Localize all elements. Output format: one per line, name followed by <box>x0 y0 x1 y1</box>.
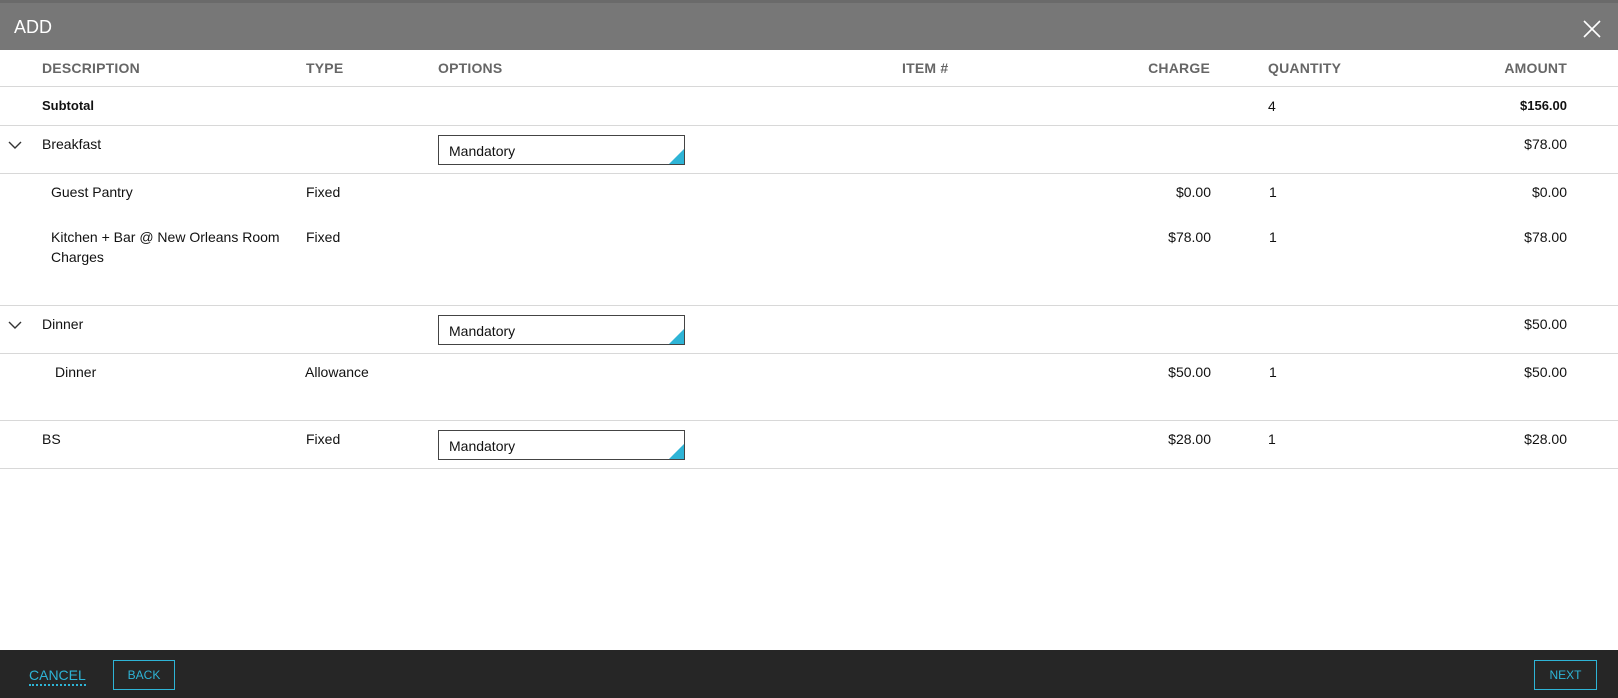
item-description: Kitchen + Bar @ New Orleans Room <box>51 229 280 245</box>
group-label-bs: BS <box>42 431 61 447</box>
item-type: Fixed <box>306 184 341 200</box>
dialog-titlebar: ADD <box>0 0 1618 50</box>
column-header-options[interactable]: OPTIONS <box>438 60 502 76</box>
dropdown-corner-icon <box>669 329 684 344</box>
options-select-dinner[interactable]: Mandatory <box>438 315 685 345</box>
item-amount: $0.00 <box>1531 184 1567 200</box>
item-type: Fixed <box>306 229 341 245</box>
item-description: Guest Pantry <box>51 184 133 200</box>
chevron-down-icon[interactable] <box>8 320 22 330</box>
item-charge: $28.00 <box>1168 431 1211 447</box>
column-header-amount[interactable]: AMOUNT <box>1467 60 1567 76</box>
item-quantity: 1 <box>1269 184 1277 200</box>
close-icon[interactable] <box>1582 19 1602 39</box>
item-quantity: 1 <box>1269 229 1277 245</box>
group-row-breakfast: Breakfast Mandatory $78.00 <box>0 126 1618 174</box>
column-header-charge[interactable]: CHARGE <box>1110 60 1210 76</box>
table-header: DESCRIPTION TYPE OPTIONS ITEM # CHARGE Q… <box>0 50 1618 87</box>
group-label-dinner: Dinner <box>42 316 84 332</box>
item-description-continued: Charges <box>51 249 104 265</box>
options-select-value: Mandatory <box>449 323 516 339</box>
item-charge: $0.00 <box>1175 184 1211 200</box>
subtotal-row: Subtotal 4 $156.00 <box>0 87 1618 126</box>
options-select-bs[interactable]: Mandatory <box>438 430 685 460</box>
item-amount: $50.00 <box>1524 364 1567 380</box>
dialog-footer: CANCEL BACK NEXT <box>0 650 1618 698</box>
dialog-title: ADD <box>14 17 53 37</box>
table-row: Dinner Allowance $50.00 1 $50.00 <box>0 354 1618 421</box>
group-amount-breakfast: $78.00 <box>1524 136 1567 152</box>
options-select-value: Mandatory <box>449 143 516 159</box>
group-row-bs: BS Fixed Mandatory $28.00 1 $28.00 <box>0 421 1618 469</box>
table-row: Kitchen + Bar @ New Orleans Room Charges… <box>0 219 1618 306</box>
cancel-link[interactable]: CANCEL <box>29 667 86 686</box>
subtotal-quantity: 4 <box>1268 98 1276 114</box>
item-charge: $50.00 <box>1168 364 1211 380</box>
options-select-breakfast[interactable]: Mandatory <box>438 135 685 165</box>
item-charge: $78.00 <box>1168 229 1211 245</box>
subtotal-label: Subtotal <box>42 98 94 113</box>
item-amount: $28.00 <box>1524 431 1567 447</box>
item-amount: $78.00 <box>1524 229 1567 245</box>
dropdown-corner-icon <box>669 149 684 164</box>
item-quantity: 1 <box>1268 431 1276 447</box>
column-header-item[interactable]: ITEM # <box>902 60 948 76</box>
group-amount-dinner: $50.00 <box>1524 316 1567 332</box>
item-quantity: 1 <box>1269 364 1277 380</box>
item-type: Allowance <box>305 364 369 380</box>
chevron-down-icon[interactable] <box>8 140 22 150</box>
dropdown-corner-icon <box>669 444 684 459</box>
item-description: Dinner <box>55 364 97 380</box>
column-header-type[interactable]: TYPE <box>306 60 343 76</box>
options-select-value: Mandatory <box>449 438 516 454</box>
column-header-quantity[interactable]: QUANTITY <box>1268 60 1341 76</box>
group-row-dinner: Dinner Mandatory $50.00 <box>0 306 1618 354</box>
subtotal-amount: $156.00 <box>1520 98 1567 113</box>
back-button[interactable]: BACK <box>113 660 175 690</box>
item-type: Fixed <box>306 431 341 447</box>
table-row: Guest Pantry Fixed $0.00 1 $0.00 <box>0 174 1618 219</box>
group-label-breakfast: Breakfast <box>42 136 102 152</box>
column-header-description[interactable]: DESCRIPTION <box>42 60 140 76</box>
next-button[interactable]: NEXT <box>1534 660 1597 690</box>
